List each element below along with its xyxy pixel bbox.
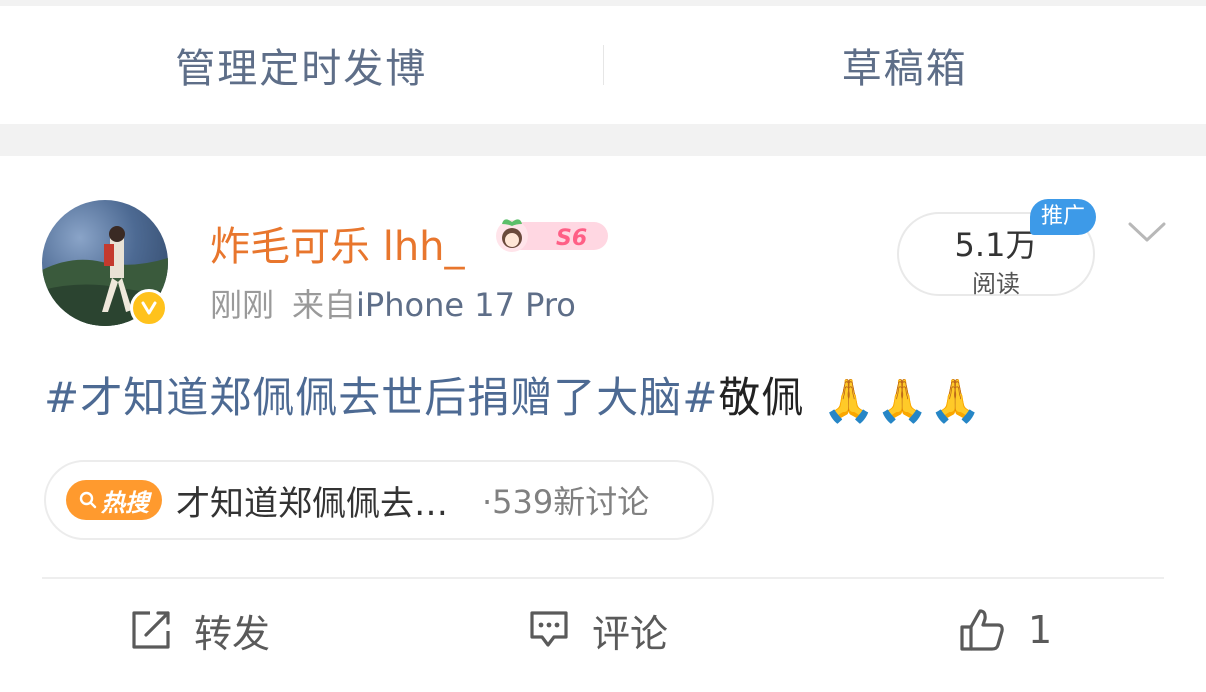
post-card: 炸毛可乐 lhh_ S6 刚刚 来自iPhone 17 Pro 5.1万 阅读 推…	[0, 156, 1206, 692]
repost-button[interactable]: 转发	[130, 604, 270, 656]
post-body: #才知道郑佩佩去世后捐赠了大脑#敬佩 🙏🙏🙏	[44, 364, 983, 426]
like-button[interactable]: 1	[958, 604, 1052, 656]
hot-search-chip[interactable]: 热搜 才知道郑佩佩去… ·539新讨论	[44, 460, 714, 540]
post-topic-link[interactable]: #才知道郑佩佩去世后捐赠了大脑#	[44, 373, 718, 422]
post-device[interactable]: iPhone 17 Pro	[356, 286, 576, 324]
action-divider	[42, 577, 1164, 579]
comment-label: 评论	[592, 611, 669, 656]
post-source-prefix: 来自	[292, 286, 357, 324]
promote-tag[interactable]: 推广	[1030, 199, 1096, 235]
level-text: S6	[556, 226, 587, 251]
hot-search-title: 才知道郑佩佩去…	[176, 483, 448, 524]
hot-search-badge-label: 热搜	[101, 488, 149, 517]
user-level-badge: S6	[490, 218, 610, 254]
repost-label: 转发	[194, 611, 271, 656]
like-count: 1	[1028, 608, 1053, 652]
comment-button[interactable]: 评论	[528, 604, 668, 656]
post-time: 刚刚	[210, 286, 275, 324]
chevron-down-icon[interactable]	[1126, 216, 1168, 246]
tab-drafts[interactable]: 草稿箱	[604, 36, 1206, 94]
tab-manage-scheduled[interactable]: 管理定时发博	[0, 36, 603, 94]
hot-search-badge: 热搜	[66, 480, 162, 520]
thumbs-up-icon	[960, 609, 1004, 651]
post-meta: 刚刚 来自iPhone 17 Pro	[210, 280, 576, 326]
post-text: 敬佩	[718, 373, 805, 422]
comment-icon	[530, 611, 568, 647]
praying-hands-emojis: 🙏🙏🙏	[822, 375, 983, 425]
verified-badge-icon	[130, 289, 168, 327]
search-icon	[79, 491, 97, 509]
username[interactable]: 炸毛可乐 lhh_	[210, 214, 465, 272]
repost-icon	[132, 611, 170, 649]
hot-search-count: ·539新讨论	[482, 483, 650, 521]
top-tab-bar: 管理定时发博 草稿箱	[0, 6, 1206, 124]
read-count-label: 阅读	[972, 270, 1020, 298]
